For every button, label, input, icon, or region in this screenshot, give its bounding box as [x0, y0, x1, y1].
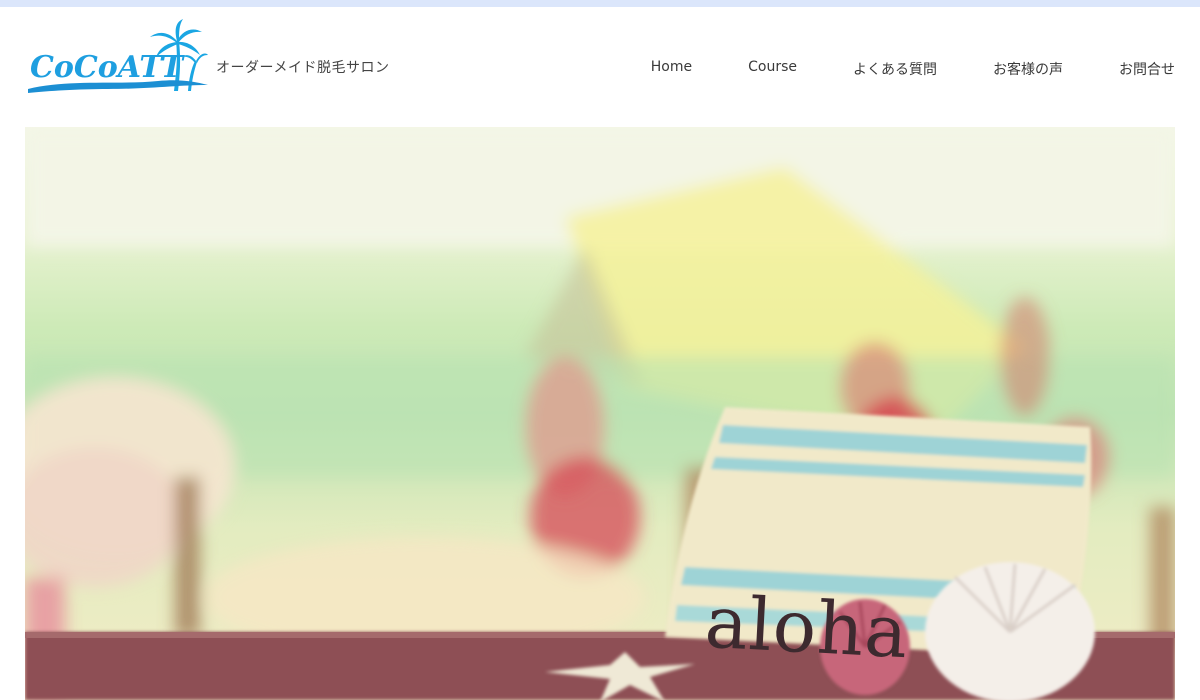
beach-scene-image	[25, 127, 1175, 700]
site-tagline: オーダーメイド脱毛サロン	[216, 60, 390, 76]
nav-home[interactable]: Home	[651, 59, 692, 79]
brand[interactable]: CoCoATT	[28, 19, 208, 97]
nav-faq[interactable]: よくある質問	[853, 59, 937, 79]
nav-contact[interactable]: お問合せ	[1119, 59, 1175, 79]
top-strip	[0, 0, 1200, 7]
hero-image: aloha	[25, 127, 1175, 700]
site-header: CoCoATT オーダーメイド脱毛サロン Home Course よくある質問 …	[0, 7, 1200, 127]
main-nav: Home Course よくある質問 お客様の声 お問合せ	[651, 59, 1175, 79]
svg-text:CoCoATT: CoCoATT	[30, 50, 186, 85]
nav-testimonials[interactable]: お客様の声	[993, 59, 1063, 79]
nav-course[interactable]: Course	[748, 59, 797, 79]
pillow-aloha-text: aloha	[702, 579, 911, 675]
cocoatt-logo[interactable]: CoCoATT	[28, 19, 208, 97]
